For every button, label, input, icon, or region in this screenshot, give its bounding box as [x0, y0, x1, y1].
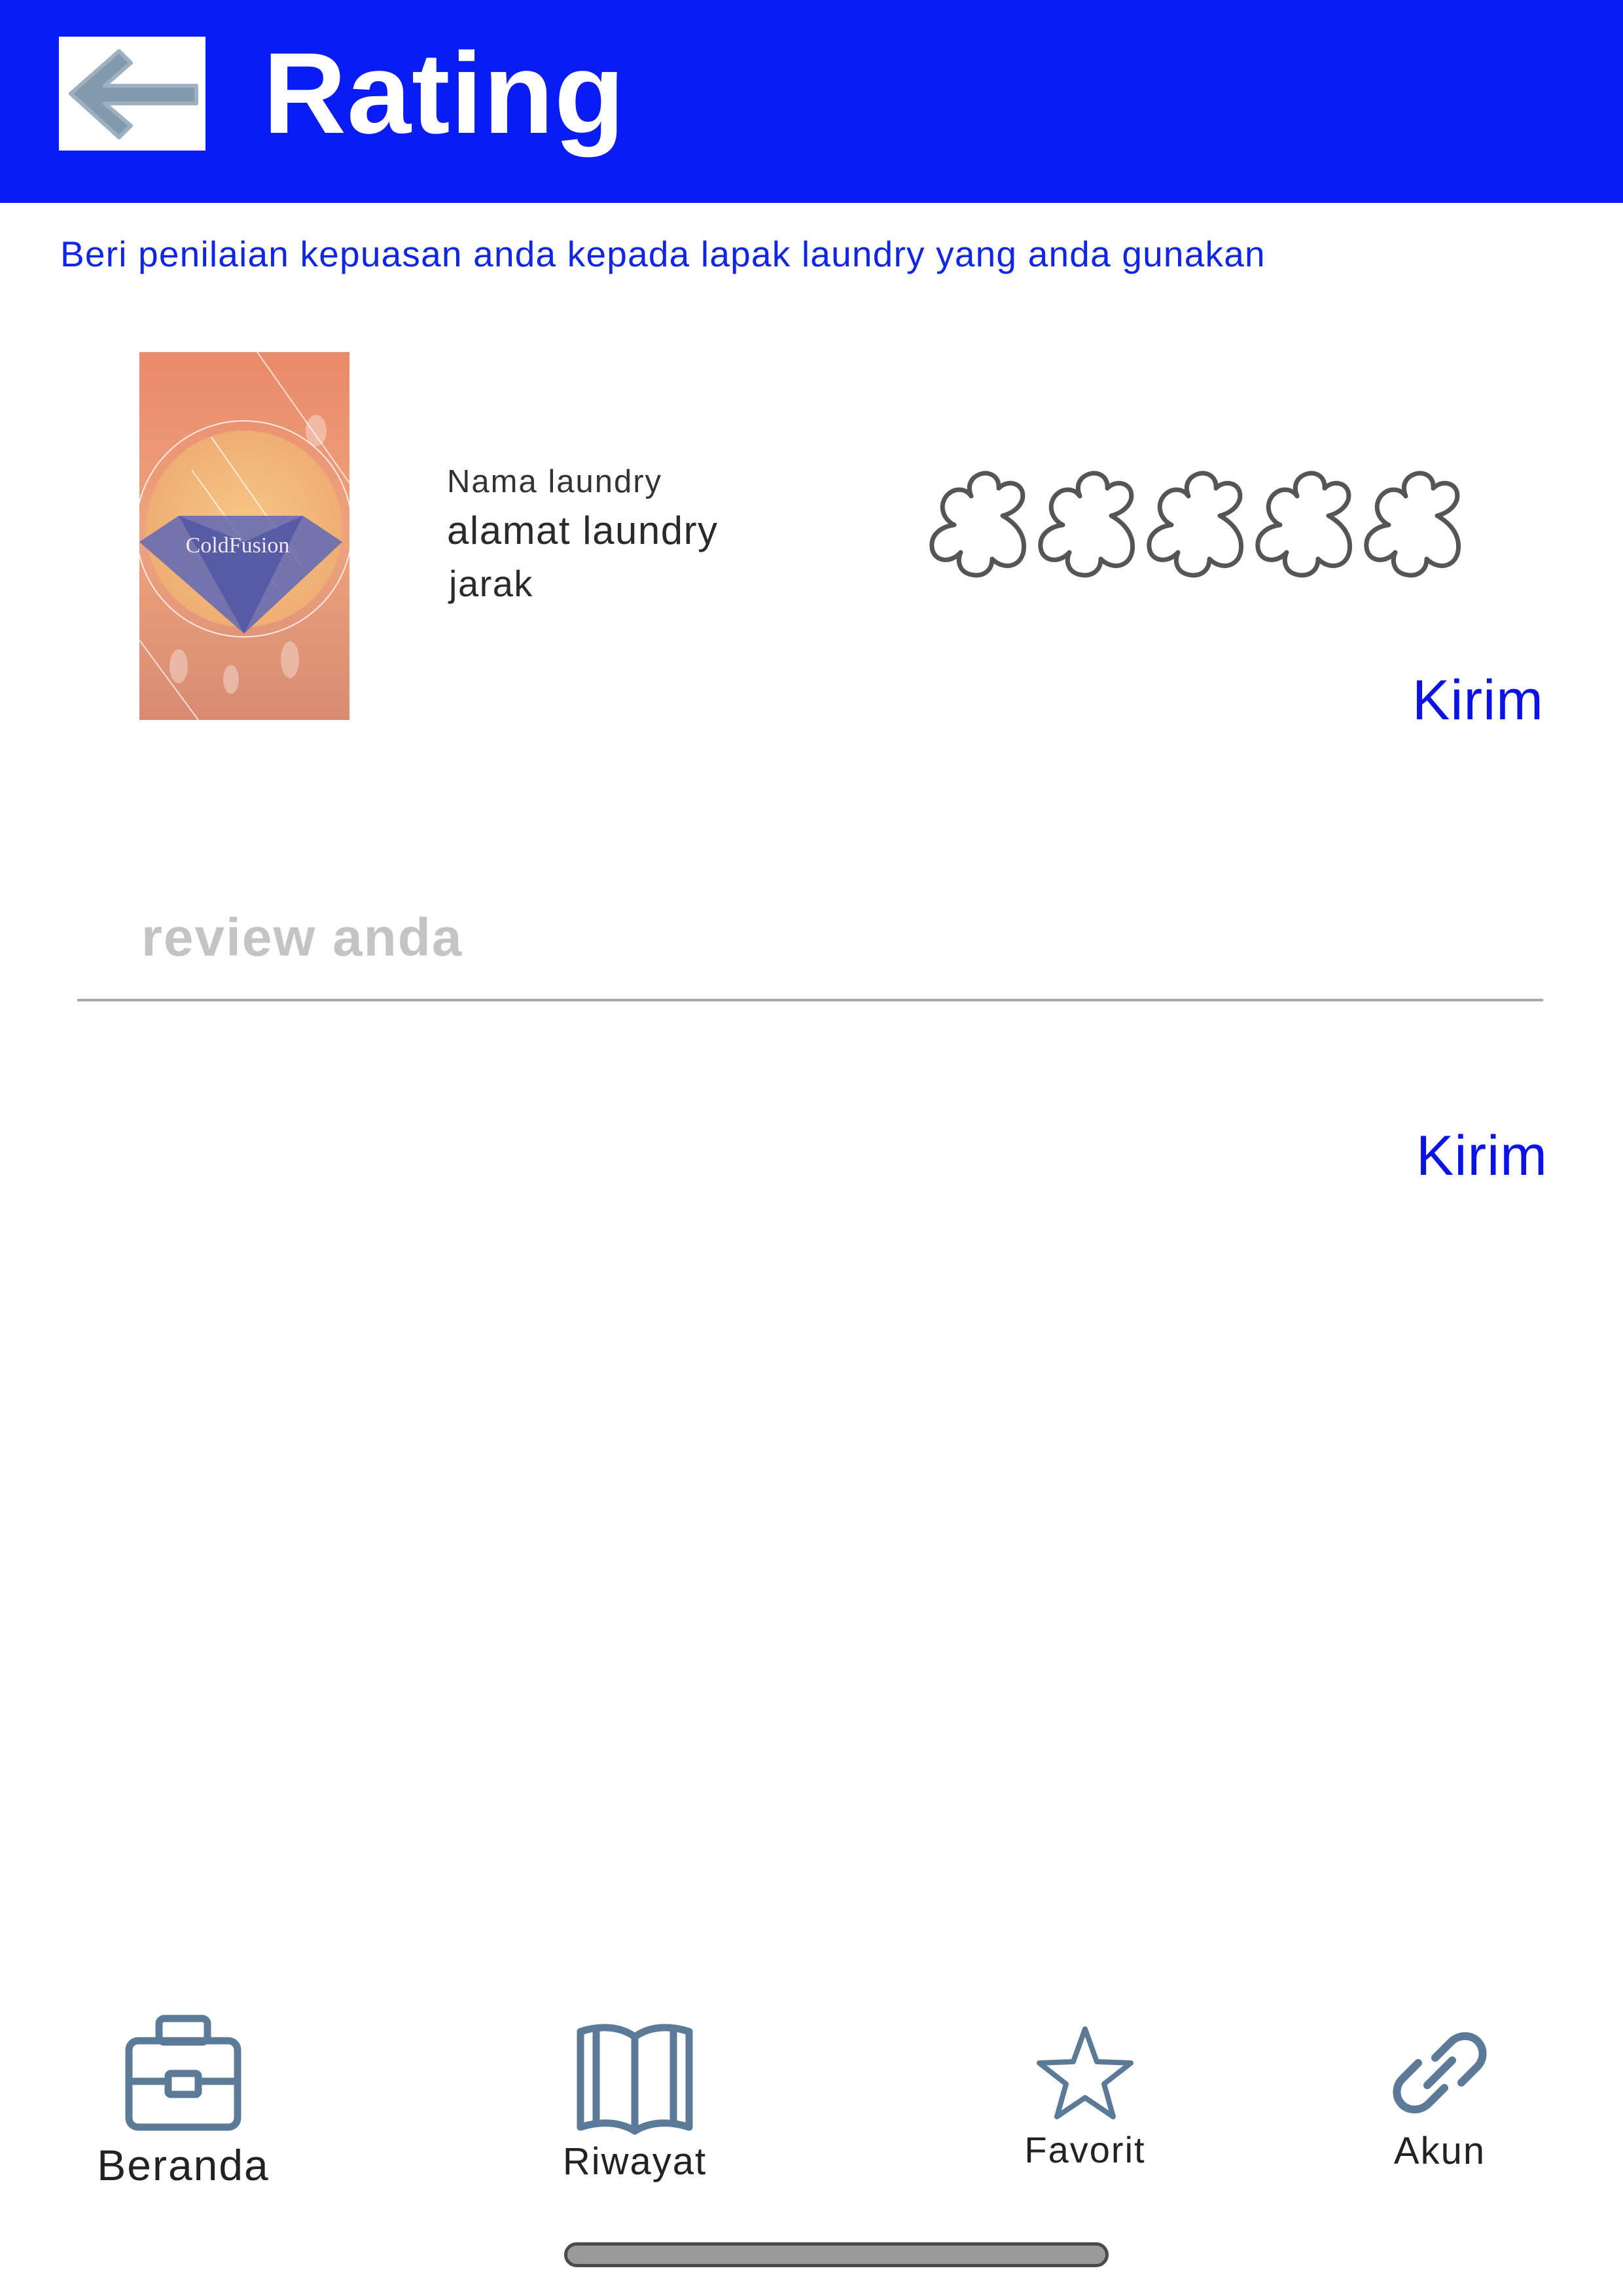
laundry-name: Nama laundry	[447, 464, 663, 499]
header-bar: Rating	[0, 0, 1623, 203]
page-title: Rating	[263, 29, 626, 158]
star-rating-5[interactable]	[1363, 466, 1472, 579]
star-outline-icon	[1147, 471, 1244, 578]
nav-item-beranda[interactable]: Beranda	[59, 2011, 308, 2191]
star-rating-4[interactable]	[1254, 466, 1364, 579]
review-input[interactable]	[77, 877, 1543, 1001]
home-indicator[interactable]	[564, 2242, 1109, 2267]
nav-label-akun: Akun	[1393, 2130, 1486, 2172]
star-icon	[1037, 2026, 1133, 2119]
star-rating-3[interactable]	[1145, 466, 1255, 579]
star-rating-2[interactable]	[1037, 466, 1147, 579]
nav-item-favorit[interactable]: Favorit	[987, 2024, 1183, 2173]
star-outline-icon	[1364, 471, 1461, 578]
laundry-thumbnail: ColdFusion	[139, 352, 349, 720]
link-icon	[1393, 2032, 1487, 2113]
star-outline-icon	[929, 471, 1027, 578]
nav-item-akun[interactable]: Akun	[1355, 2024, 1525, 2174]
nav-item-riwayat[interactable]: Riwayat	[517, 2017, 753, 2185]
nav-label-favorit: Favorit	[1024, 2129, 1146, 2170]
book-icon	[577, 2024, 693, 2135]
submit-rating-button[interactable]: Kirim	[1412, 668, 1544, 733]
nav-label-riwayat: Riwayat	[562, 2140, 707, 2183]
arrow-left-icon	[59, 37, 205, 151]
star-rating-1[interactable]	[928, 466, 1038, 579]
laundry-address: alamat laundry	[447, 509, 719, 552]
instruction-text: Beri penilaian kepuasan anda kepada lapa…	[60, 234, 1266, 274]
star-outline-icon	[1255, 471, 1353, 578]
thumbnail-watermark: ColdFusion	[186, 533, 290, 558]
briefcase-icon	[125, 2015, 241, 2131]
nav-label-beranda: Beranda	[97, 2141, 270, 2189]
star-rating	[928, 466, 1472, 579]
laundry-distance: jarak	[449, 563, 533, 604]
back-button[interactable]	[59, 37, 205, 151]
submit-review-button[interactable]: Kirim	[1416, 1123, 1548, 1189]
star-outline-icon	[1038, 471, 1135, 578]
